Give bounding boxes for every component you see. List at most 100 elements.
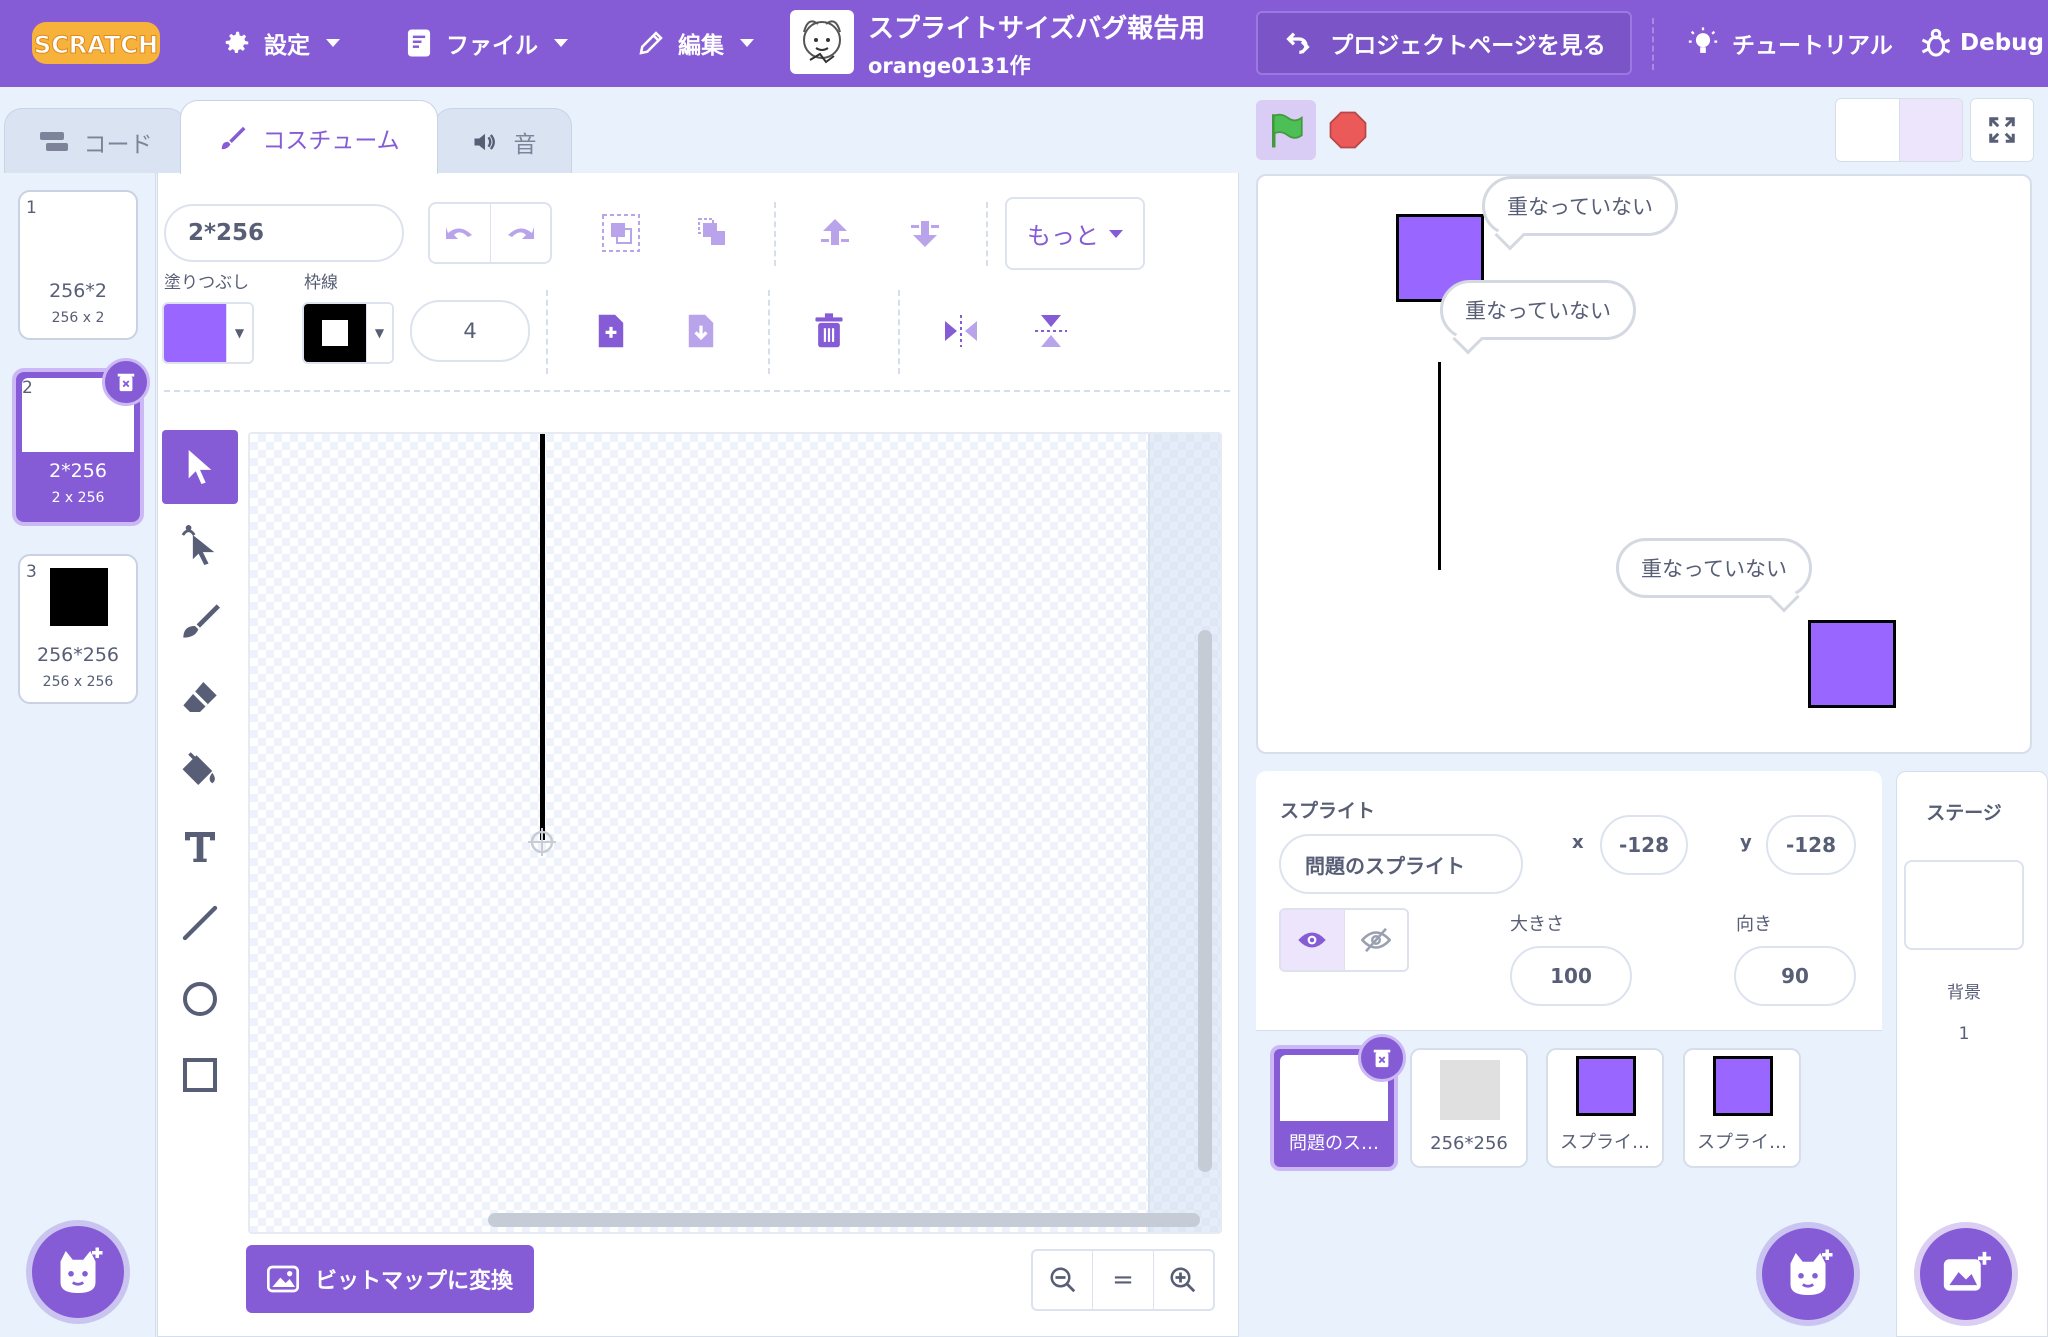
rectangle-tool[interactable] [162,1038,238,1112]
image-plus-icon [1943,1251,1991,1291]
add-sprite-button[interactable] [1762,1228,1854,1320]
stage-canvas[interactable]: 重なっていない 重なっていない 重なっていない [1256,174,2032,754]
forward-button[interactable] [810,208,860,258]
gear-icon [225,31,249,53]
paste-button[interactable] [676,306,726,356]
tutorials-menu[interactable]: チュートリアル [1686,20,1893,66]
costume-line-shape[interactable] [540,434,545,840]
brush-tool[interactable] [162,584,238,658]
zoom-controls: = [1031,1249,1215,1311]
stage-thumbnail[interactable] [1904,860,2024,950]
add-backdrop-button[interactable] [1920,1228,2012,1320]
see-project-page-button[interactable]: プロジェクトページを見る [1256,11,1632,75]
eraser-tool[interactable] [162,660,238,734]
cat-plus-icon [1790,1249,1833,1295]
chevron-down-icon [740,39,754,47]
chevron-down-icon [1109,229,1123,238]
costume-item-1[interactable]: 1 256*2 256 x 2 [18,190,138,340]
tab-sounds[interactable]: 音 [434,108,572,174]
costume-name: 256*2 [49,280,107,302]
sprite-tile[interactable]: 256*256 [1410,1048,1528,1168]
eraser-icon [183,682,217,712]
ungroup-icon [698,218,725,245]
sprite-tile-name: スプライ… [1697,1132,1787,1153]
text-tool[interactable] [162,810,238,884]
backward-button[interactable] [900,208,950,258]
sprite-line[interactable] [1438,362,1441,570]
horizontal-scrollbar[interactable] [488,1213,1200,1227]
sprite-name-input[interactable]: 問題のスプライト [1279,834,1523,894]
small-stage-button[interactable] [1836,99,1899,161]
arrow-up-icon [821,219,849,245]
y-position-input[interactable]: -128 [1766,815,1856,875]
stop-button[interactable] [1326,108,1370,152]
outline-width-input[interactable]: 4 [410,300,530,362]
delete-button[interactable] [804,306,854,356]
project-author: orange0131作 [868,54,1031,78]
add-costume-button[interactable] [32,1226,124,1318]
tab-costumes-label: コスチューム [262,127,400,154]
drawing-canvas[interactable] [248,432,1222,1234]
sprite-square[interactable] [1808,620,1896,708]
tab-sounds-label: 音 [513,131,537,158]
image-icon [266,1265,299,1293]
ungroup-button[interactable] [688,208,738,258]
zoom-reset-button[interactable]: = [1093,1251,1154,1309]
convert-to-bitmap-button[interactable]: ビットマップに変換 [246,1245,534,1313]
size-input[interactable]: 100 [1510,946,1632,1006]
file-menu[interactable]: ファイル [404,20,568,66]
costume-item-3[interactable]: 3 256*256 256 x 256 [18,554,138,704]
redo-button[interactable] [491,204,551,262]
delete-costume-button[interactable] [102,358,150,406]
x-position-input[interactable]: -128 [1600,815,1688,875]
edit-menu[interactable]: 編集 [636,20,754,66]
chevron-down-icon [326,39,340,47]
project-thumbnail[interactable] [790,10,854,74]
vertical-scrollbar[interactable] [1198,630,1212,1172]
speaker-icon [474,133,495,150]
scratch-logo[interactable]: SCRATCH [30,18,162,68]
settings-label: 設定 [264,33,310,59]
tab-costumes[interactable]: コスチューム [180,100,438,174]
costume-size: 256 x 256 [42,674,114,690]
costume-name-input[interactable]: 2*256 [164,204,404,262]
costume-number: 3 [26,562,37,582]
tab-code[interactable]: コード [4,108,186,174]
speech-bubble: 重なっていない [1616,538,1812,613]
more-button[interactable]: もっと [1005,197,1145,270]
group-button[interactable] [596,208,646,258]
direction-input[interactable]: 90 [1734,946,1856,1006]
reshape-tool[interactable] [162,508,238,582]
fullscreen-button[interactable] [1970,98,2034,162]
costume-name: 256*256 [36,644,120,666]
line-tool[interactable] [162,886,238,960]
outline-label: 枠線 [304,273,338,293]
settings-menu[interactable]: 設定 [222,20,340,66]
copy-button[interactable] [586,306,636,356]
convert-to-bitmap-label: ビットマップに変換 [314,1269,513,1294]
sprite-tile[interactable]: スプライ… [1546,1048,1664,1168]
hide-sprite-button[interactable] [1345,910,1408,970]
circle-tool[interactable] [162,962,238,1036]
fill-tool[interactable] [162,734,238,808]
project-title[interactable]: スプライトサイズバグ報告用 [868,8,1205,45]
outline-color-picker[interactable]: ▼ [302,302,394,364]
large-stage-button[interactable] [1898,99,1962,161]
undo-button[interactable] [430,204,491,262]
fill-color-picker[interactable]: ▼ [162,302,254,364]
debug-menu[interactable]: Debug [1918,20,2044,66]
share-arrows-icon [1286,32,1310,54]
flip-horizontal-icon [945,315,977,347]
select-tool[interactable] [162,430,238,504]
flip-vertical-button[interactable] [1026,306,1076,356]
zoom-out-button[interactable] [1033,1251,1094,1309]
show-sprite-button[interactable] [1281,910,1345,970]
flip-horizontal-button[interactable] [936,306,986,356]
zoom-in-button[interactable] [1154,1251,1213,1309]
speech-bubble-text: 重なっていない [1465,299,1611,323]
sprite-thumbnail [1440,1060,1500,1120]
sprite-tile[interactable]: スプライ… [1683,1048,1801,1168]
toolbar-divider [986,202,988,266]
delete-sprite-button[interactable] [1358,1034,1406,1082]
green-flag-button[interactable] [1256,100,1316,160]
